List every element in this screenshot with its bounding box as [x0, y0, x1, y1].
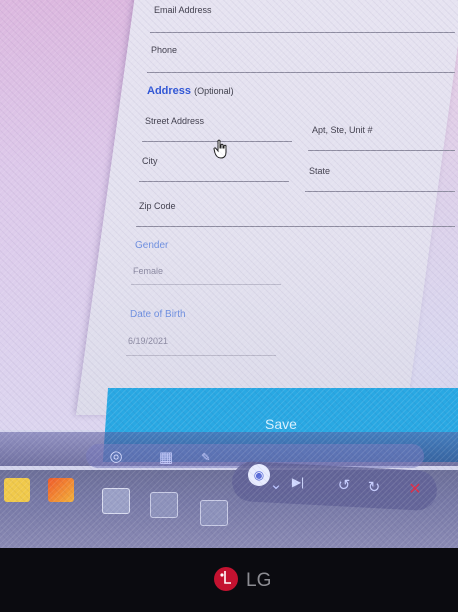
- apt-field[interactable]: [308, 150, 455, 151]
- zip-code-label: Zip Code: [139, 201, 176, 211]
- apt-field-label: Apt, Ste, Unit #: [312, 125, 373, 135]
- gender-title: Gender: [135, 240, 169, 251]
- zip-code-field[interactable]: [136, 226, 455, 227]
- folder-icon[interactable]: [4, 478, 30, 502]
- redo-icon[interactable]: ↻: [364, 477, 384, 497]
- form-panel: [75, 0, 458, 415]
- state-field-label: State: [309, 166, 331, 176]
- gender-value[interactable]: Female: [133, 266, 163, 276]
- address-title: Address: [147, 85, 192, 97]
- hand-cursor-icon: [213, 139, 229, 159]
- file-icon[interactable]: [200, 500, 228, 526]
- scan-icon[interactable]: ◎: [106, 446, 126, 466]
- address-section-title: Address (Optional): [147, 85, 234, 97]
- city-field[interactable]: [139, 181, 289, 182]
- lg-logo: LG: [214, 567, 271, 591]
- dob-field[interactable]: [126, 355, 276, 356]
- email-field-label: Email Address: [154, 5, 212, 15]
- skip-next-icon[interactable]: ▶|: [288, 472, 308, 492]
- monitor-photo: Email Address Phone Address (Optional) S…: [0, 0, 458, 612]
- gender-field[interactable]: [131, 284, 281, 285]
- brand-text: LG: [246, 570, 271, 591]
- close-icon[interactable]: ✕: [405, 480, 425, 500]
- grid-icon[interactable]: ▦: [156, 447, 176, 467]
- undo-icon[interactable]: ↺: [334, 475, 354, 495]
- dob-value[interactable]: 6/19/2021: [128, 336, 168, 346]
- pen-icon[interactable]: [48, 478, 74, 502]
- address-optional-note: (Optional): [194, 86, 234, 96]
- dob-title: Date of Birth: [130, 309, 186, 320]
- chevron-icon[interactable]: ⌄: [266, 474, 286, 494]
- paint-icon[interactable]: ✎: [196, 448, 216, 468]
- phone-field-label: Phone: [151, 45, 178, 55]
- save-button-label: Save: [265, 416, 297, 432]
- email-field[interactable]: [150, 32, 455, 33]
- phone-field[interactable]: [147, 72, 455, 73]
- state-dropdown[interactable]: [305, 191, 455, 192]
- screen: Email Address Phone Address (Optional) S…: [0, 0, 458, 550]
- window-icon[interactable]: [102, 488, 130, 514]
- street-address-label: Street Address: [145, 116, 205, 126]
- city-field-label: City: [142, 156, 158, 166]
- app-icon[interactable]: [150, 492, 178, 518]
